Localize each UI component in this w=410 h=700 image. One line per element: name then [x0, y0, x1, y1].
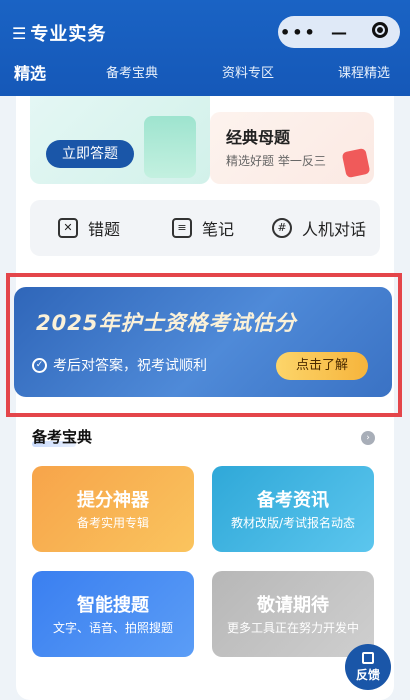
tab-resources[interactable]: 资料专区 [222, 62, 274, 81]
mini-program-capsule: ••• — [278, 16, 400, 48]
feedback-label: 反馈 [355, 668, 380, 682]
classic-questions-card[interactable]: 经典母题 精选好题 举一反三 [210, 112, 374, 184]
banner-title: 2025年护士资格考试估分 [36, 311, 297, 335]
wrong-questions-icon: ✕ [58, 218, 78, 238]
feature-score-booster[interactable]: 提分神器 备考实用专辑 [32, 466, 194, 552]
header-bar: ☰ 专业实务 ••• — 精选 备考宝典 资料专区 课程精选 [0, 0, 410, 96]
tool-wrong-questions[interactable]: ✕ 错题 [58, 216, 120, 240]
tab-courses[interactable]: 课程精选 [338, 62, 390, 81]
close-target-button[interactable] [359, 22, 400, 42]
tab-exam-guide[interactable]: 备考宝典 [106, 62, 158, 81]
answer-card[interactable]: 立即答题 [30, 96, 210, 184]
banner-subtitle: 考后对答案，祝考试顺利 [53, 358, 207, 374]
feature-smart-search[interactable]: 智能搜题 文字、语音、拍照搜题 [32, 571, 194, 657]
feature-subtitle: 备考实用专辑 [76, 516, 149, 530]
minimize-icon[interactable]: — [319, 23, 360, 42]
edit-icon [362, 652, 374, 664]
feature-exam-news[interactable]: 备考资讯 教材改版/考试报名动态 [212, 466, 374, 552]
tool-label: 人机对话 [302, 220, 367, 239]
feature-subtitle: 教材改版/考试报名动态 [230, 516, 356, 530]
tool-chat[interactable]: # 人机对话 [272, 216, 366, 240]
page-title: 专业实务 [30, 24, 107, 45]
learn-more-button[interactable]: 点击了解 [276, 352, 368, 380]
feature-title: 敬请期待 [257, 595, 329, 616]
feature-title: 提分神器 [77, 490, 149, 511]
tools-row: ✕ 错题 ≡ 笔记 # 人机对话 [30, 200, 380, 256]
tool-notes[interactable]: ≡ 笔记 [172, 216, 234, 240]
feature-subtitle: 文字、语音、拍照搜题 [52, 621, 173, 635]
title-row: ☰ 专业实务 [12, 20, 106, 46]
tab-bar: 精选 备考宝典 资料专区 课程精选 [0, 62, 410, 88]
section-title: 备考宝典 [32, 428, 93, 446]
target-circle-icon [371, 22, 388, 38]
more-dots-icon[interactable]: ••• [278, 23, 319, 42]
feature-coming-soon: 敬请期待 更多工具正在努力开发中 [212, 571, 374, 657]
feature-title: 智能搜题 [77, 595, 149, 616]
tool-label: 笔记 [202, 220, 235, 239]
tab-featured[interactable]: 精选 [14, 60, 46, 84]
exam-estimate-banner[interactable]: 2025年护士资格考试估分 ✓ 考后对答案，祝考试顺利 点击了解 [14, 287, 392, 397]
feedback-button[interactable]: 反馈 [345, 644, 391, 690]
feature-title: 备考资讯 [257, 490, 329, 511]
classic-title: 经典母题 [226, 128, 291, 147]
chevron-right-icon[interactable]: › [361, 431, 375, 445]
classic-subtitle: 精选好题 举一反三 [226, 154, 326, 168]
check-circle-icon: ✓ [32, 357, 47, 373]
tool-label: 错题 [88, 220, 121, 239]
document-illustration-icon [144, 116, 196, 178]
feature-subtitle: 更多工具正在努力开发中 [226, 621, 359, 635]
pencil-icon [341, 147, 371, 179]
answer-now-button[interactable]: 立即答题 [46, 140, 134, 168]
notes-icon: ≡ [172, 218, 192, 238]
banner-subtitle-row: ✓ 考后对答案，祝考试顺利 [32, 355, 207, 375]
chat-icon: # [272, 218, 292, 238]
list-icon[interactable]: ☰ [12, 24, 26, 43]
